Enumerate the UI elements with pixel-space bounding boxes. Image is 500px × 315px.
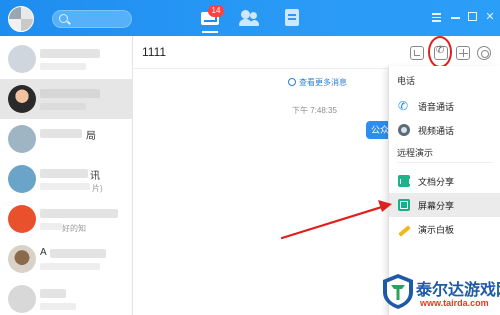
menu-item-screen-share[interactable]: 屏幕分享	[389, 193, 500, 217]
menu-section-phone: 电话	[397, 76, 416, 86]
menu-section-remote-demo: 远程演示	[397, 148, 434, 158]
message-timestamp: 下午 7:48:35	[292, 106, 337, 115]
conversation-name: A	[40, 247, 47, 258]
avatar	[8, 85, 36, 113]
search-box[interactable]	[52, 10, 132, 28]
main-menu-button[interactable]	[431, 11, 443, 23]
avatar	[8, 125, 36, 153]
documents-tab[interactable]	[282, 8, 302, 28]
unread-badge: 14	[208, 5, 224, 17]
contacts-icon	[241, 10, 250, 19]
conversation-item[interactable]: 好的知	[0, 199, 133, 239]
contacts-tab[interactable]	[239, 8, 259, 28]
settings-icon[interactable]	[477, 46, 491, 60]
conversation-item[interactable]: A	[0, 239, 133, 279]
video-camera-icon	[398, 124, 410, 136]
menu-item-whiteboard[interactable]: 演示白板	[389, 217, 500, 241]
document-icon	[285, 9, 299, 26]
conversation-item[interactable]	[0, 39, 133, 79]
active-tab-indicator	[202, 31, 218, 33]
conversation-item[interactable]: 局	[0, 119, 133, 159]
screen-share-icon	[398, 199, 410, 211]
user-avatar[interactable]	[8, 6, 34, 32]
avatar	[8, 165, 36, 193]
conversation-item[interactable]	[0, 279, 133, 315]
view-more-messages-link[interactable]: 查看更多消息	[288, 77, 347, 88]
close-button[interactable]: ✕	[484, 11, 496, 23]
menu-divider	[397, 162, 493, 163]
menu-item-document-share[interactable]: 文档分享	[389, 169, 500, 193]
conversation-preview: 片)	[92, 184, 103, 193]
app-window: 14 ✕ 局 讯 片) 好的知 A 1111 ✆ 查看更多消息 下午 7:48:…	[0, 0, 500, 315]
watermark-title: 泰尔达游戏网	[416, 282, 500, 299]
site-watermark: 泰尔达游戏网 www.tairda.com	[380, 270, 500, 315]
screenshot-icon[interactable]	[410, 46, 424, 60]
avatar	[8, 205, 36, 233]
menu-item-video-call[interactable]: 视频通话	[389, 118, 500, 142]
conversation-name: 讯	[90, 171, 100, 182]
search-icon	[59, 14, 68, 23]
add-member-icon[interactable]	[456, 46, 470, 60]
avatar	[8, 45, 36, 73]
chat-title: 1111	[142, 45, 167, 59]
watermark-url: www.tairda.com	[420, 298, 489, 308]
avatar	[8, 285, 36, 313]
conversation-item[interactable]	[0, 79, 133, 119]
phone-icon: ✆	[398, 99, 409, 113]
clock-icon	[288, 78, 296, 86]
conversation-name: 局	[86, 131, 96, 142]
chat-header: 1111	[134, 36, 500, 69]
minimize-button[interactable]	[450, 11, 462, 23]
menu-item-voice-call[interactable]: ✆ 语音通话	[389, 94, 500, 118]
avatar	[8, 245, 36, 273]
document-share-icon	[398, 175, 410, 187]
conversation-item[interactable]: 讯 片)	[0, 159, 133, 199]
annotation-circle	[428, 36, 452, 68]
shield-logo-icon	[383, 274, 413, 309]
whiteboard-pen-icon	[398, 223, 410, 235]
title-bar: 14 ✕	[0, 0, 500, 36]
maximize-button[interactable]	[467, 11, 479, 23]
conversation-list: 局 讯 片) 好的知 A	[0, 36, 133, 315]
conversation-preview: 好的知	[62, 224, 86, 233]
